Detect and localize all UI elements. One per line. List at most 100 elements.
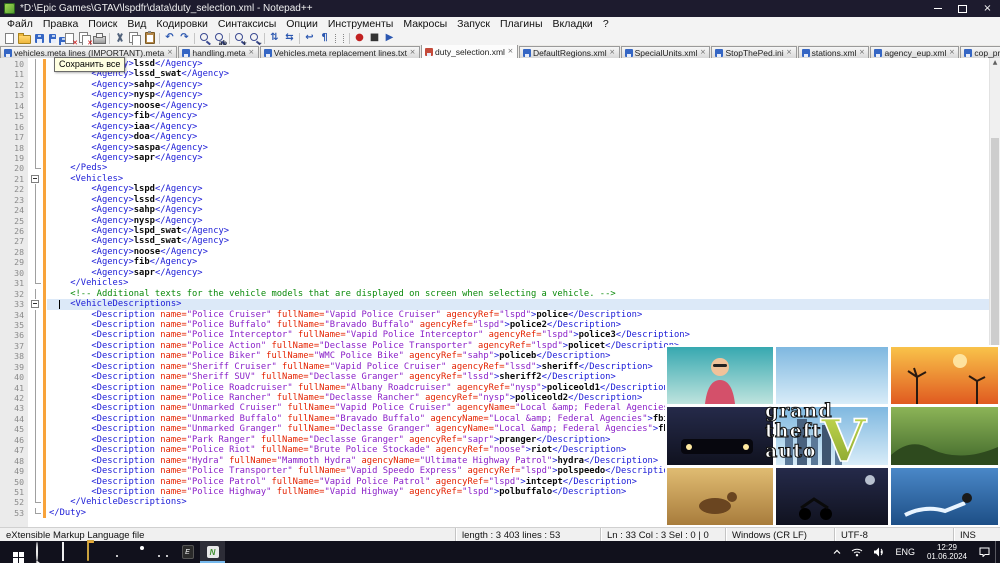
code-text[interactable]: <Agency>iaa</Agency> [47, 122, 990, 132]
code-line-10[interactable]: 10 <Agency>lssd</Agency> [0, 59, 990, 69]
print-button[interactable] [92, 32, 107, 45]
start-taskbar-button[interactable] [0, 541, 25, 563]
code-text[interactable]: <Agency>noose</Agency> [47, 101, 990, 111]
hidden-icons-button[interactable] [828, 541, 846, 563]
status-encoding[interactable]: UTF-8 [834, 528, 953, 542]
zoom-in-button[interactable]: + [232, 32, 247, 45]
tab-stations.xml[interactable]: stations.xml [798, 46, 870, 58]
tab-close-button[interactable] [409, 48, 416, 57]
fold-toggle-icon[interactable] [28, 174, 43, 184]
tab-vehicles.meta-replacement-lines.txt[interactable]: Vehicles.meta replacement lines.txt [260, 46, 420, 58]
code-text[interactable]: <Agency>lssd_swat</Agency> [47, 236, 990, 246]
code-text[interactable]: <Agency>lspd</Agency> [47, 184, 990, 194]
code-text[interactable]: <Agency>sahp</Agency> [47, 80, 990, 90]
tab-duty_selection.xml[interactable]: duty_selection.xml [421, 45, 518, 58]
code-line-23[interactable]: 23 <Agency>lssd</Agency> [0, 195, 990, 205]
search-taskbar-button[interactable] [25, 541, 50, 563]
code-text[interactable]: <Description name="Police Interceptor" f… [47, 330, 990, 340]
code-line-19[interactable]: 19 <Agency>sapr</Agency> [0, 153, 990, 163]
sync-vertical-button[interactable]: ⇅ [267, 32, 282, 45]
minimize-button[interactable] [925, 0, 950, 17]
redo-button[interactable]: ↷ [177, 32, 192, 45]
tab-defaultregions.xml[interactable]: DefaultRegions.xml [519, 46, 620, 58]
close-all-button[interactable]: ✕ [77, 32, 92, 45]
code-line-27[interactable]: 27 <Agency>lssd_swat</Agency> [0, 236, 990, 246]
menu-item-3[interactable]: Поиск [83, 17, 122, 31]
tab-cop_presets.xml[interactable]: cop_presets.xml [960, 46, 1000, 58]
menu-item-13[interactable]: ? [598, 17, 614, 31]
notepad-plus-plus-taskbar-button[interactable]: N [200, 541, 225, 563]
new-file-button[interactable] [2, 32, 17, 45]
menu-item-5[interactable]: Кодировки [151, 17, 212, 31]
tab-specialunits.xml[interactable]: SpecialUnits.xml [621, 46, 711, 58]
tab-close-button[interactable] [248, 48, 255, 57]
menu-item-8[interactable]: Инструменты [323, 17, 398, 31]
indent-guide-button[interactable] [332, 32, 347, 45]
code-text[interactable]: <Agency>sapr</Agency> [47, 153, 990, 163]
code-line-18[interactable]: 18 <Agency>saspa</Agency> [0, 143, 990, 153]
volume-button[interactable] [868, 541, 890, 563]
epic-games-taskbar-button[interactable]: E [175, 541, 200, 563]
code-text[interactable]: <!-- Additional texts for the vehicle mo… [47, 289, 990, 299]
code-text[interactable]: <Agency>nysp</Agency> [47, 90, 990, 100]
code-line-20[interactable]: 20 </Peds> [0, 163, 990, 173]
code-line-25[interactable]: 25 <Agency>nysp</Agency> [0, 216, 990, 226]
maximize-button[interactable] [950, 0, 975, 17]
find-button[interactable] [197, 32, 212, 45]
code-line-34[interactable]: 34 <Description name="Police Cruiser" fu… [0, 310, 990, 320]
save-button[interactable] [32, 32, 47, 45]
menu-item-12[interactable]: Вкладки [548, 17, 598, 31]
cut-button[interactable] [112, 32, 127, 45]
code-line-16[interactable]: 16 <Agency>iaa</Agency> [0, 122, 990, 132]
status-eol-format[interactable]: Windows (CR LF) [725, 528, 834, 542]
tab-close-button[interactable] [166, 48, 173, 57]
code-line-11[interactable]: 11 <Agency>lssd_swat</Agency> [0, 69, 990, 79]
code-text[interactable]: <Agency>lssd</Agency> [47, 59, 990, 69]
play-macro-button[interactable]: ▶ [382, 32, 397, 45]
status-insert-mode[interactable]: INS [953, 528, 1000, 542]
task-view-taskbar-button[interactable] [50, 541, 75, 563]
fold-toggle-icon[interactable] [28, 299, 43, 309]
code-line-12[interactable]: 12 <Agency>sahp</Agency> [0, 80, 990, 90]
code-line-29[interactable]: 29 <Agency>fib</Agency> [0, 257, 990, 267]
code-line-35[interactable]: 35 <Description name="Police Buffalo" fu… [0, 320, 990, 330]
code-text[interactable]: </Vehicles> [47, 278, 990, 288]
code-text[interactable]: <Agency>fib</Agency> [47, 111, 990, 121]
notifications-button[interactable] [974, 541, 995, 563]
code-line-17[interactable]: 17 <Agency>doa</Agency> [0, 132, 990, 142]
code-text[interactable]: <Vehicles> [47, 174, 990, 184]
code-text[interactable]: <Agency>noose</Agency> [47, 247, 990, 257]
code-line-21[interactable]: 21 <Vehicles> [0, 174, 990, 184]
code-text[interactable]: <Description name="Police Buffalo" fullN… [47, 320, 990, 330]
code-text[interactable]: <Agency>lssd</Agency> [47, 195, 990, 205]
sync-horizontal-button[interactable]: ⇆ [282, 32, 297, 45]
code-text[interactable]: <Agency>fib</Agency> [47, 257, 990, 267]
code-text[interactable]: <Agency>lssd_swat</Agency> [47, 69, 990, 79]
stop-macro-button[interactable]: ■ [367, 32, 382, 45]
code-line-22[interactable]: 22 <Agency>lspd</Agency> [0, 184, 990, 194]
code-text[interactable]: <VehicleDescriptions> [47, 299, 990, 309]
code-text[interactable]: <Agency>sahp</Agency> [47, 205, 990, 215]
code-text[interactable]: </Peds> [47, 163, 990, 173]
network-button[interactable] [846, 541, 868, 563]
tab-close-button[interactable] [507, 47, 514, 56]
copy-button[interactable] [127, 32, 142, 45]
code-line-33[interactable]: 33 <VehicleDescriptions> [0, 299, 990, 309]
tab-close-button[interactable] [786, 48, 793, 57]
scroll-up-icon[interactable]: ▲ [990, 58, 1000, 67]
close-button[interactable]: × [975, 0, 1000, 17]
paste-button[interactable] [142, 32, 157, 45]
zoom-out-button[interactable]: − [247, 32, 262, 45]
code-line-30[interactable]: 30 <Agency>sapr</Agency> [0, 268, 990, 278]
tab-close-button[interactable] [948, 48, 955, 57]
menu-item-10[interactable]: Запуск [452, 17, 495, 31]
code-text[interactable]: <Agency>sapr</Agency> [47, 268, 990, 278]
open-file-button[interactable] [17, 32, 32, 45]
record-macro-button[interactable]: ● [352, 32, 367, 45]
clock[interactable]: 12:29 01.06.2024 [920, 541, 974, 563]
code-line-13[interactable]: 13 <Agency>nysp</Agency> [0, 90, 990, 100]
tab-close-button[interactable] [858, 48, 865, 57]
code-text[interactable]: <Agency>nysp</Agency> [47, 216, 990, 226]
code-line-28[interactable]: 28 <Agency>noose</Agency> [0, 247, 990, 257]
menu-item-11[interactable]: Плагины [495, 17, 548, 31]
